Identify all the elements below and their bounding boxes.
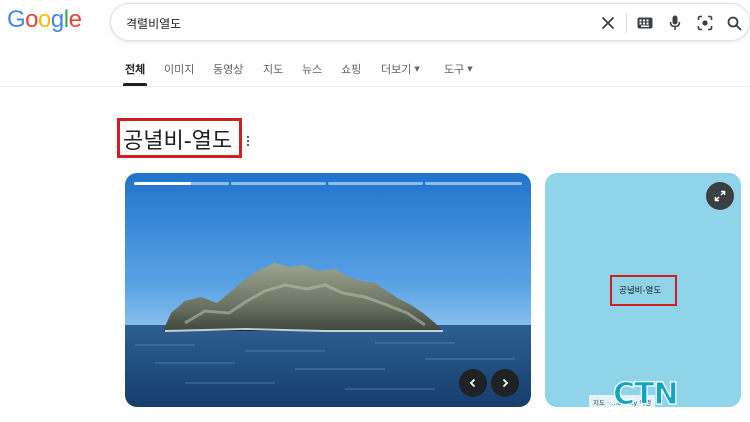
carousel-progress-bar [425, 182, 522, 185]
logo-letter: o [25, 6, 39, 33]
island-photo-carousel[interactable] [125, 173, 531, 407]
ctn-watermark-logo: CTN [612, 377, 679, 412]
carousel-progress-bar [328, 182, 423, 185]
tab-videos[interactable]: 동영상 [213, 61, 243, 77]
logo-letter: G [7, 6, 26, 33]
google-logo[interactable]: Google [7, 6, 82, 34]
search-divider [626, 13, 627, 33]
header-divider [0, 86, 750, 87]
tab-label: 이미지 [164, 63, 195, 76]
search-icon[interactable] [723, 12, 745, 34]
tab-more[interactable]: 더보기 ▼ [381, 61, 420, 77]
map-place-label: 공녈비-열도 [619, 286, 662, 296]
search-input[interactable] [126, 14, 576, 32]
logo-letter: e [68, 6, 82, 33]
keyboard-icon[interactable] [634, 12, 656, 34]
tab-label: 동영상 [213, 63, 244, 76]
logo-letter: o [38, 6, 51, 33]
expand-map-icon[interactable] [706, 182, 734, 210]
tab-maps[interactable]: 지도 [263, 61, 283, 77]
entity-title: 공녈비-열도 [123, 129, 233, 154]
tab-shopping[interactable]: 쇼핑 [341, 61, 361, 77]
tab-label: 전체 [125, 63, 146, 76]
search-box [110, 3, 750, 41]
carousel-progress-fill [134, 182, 191, 185]
caret-down-icon: ▼ [414, 65, 420, 73]
tab-label: 지도 [263, 63, 284, 76]
tab-images[interactable]: 이미지 [164, 61, 194, 77]
logo-letter: g [50, 6, 64, 33]
carousel-prev-button[interactable] [459, 369, 487, 397]
map-preview[interactable]: 공녈비-열도 지도 · ...obility 약관 [545, 173, 741, 407]
mic-icon[interactable] [664, 12, 686, 34]
more-options-icon[interactable] [246, 132, 250, 147]
tab-label: 뉴스 [302, 63, 323, 76]
tab-label: 더보기 [381, 63, 412, 76]
carousel-next-button[interactable] [491, 369, 519, 397]
carousel-progress-bar [134, 182, 229, 185]
close-icon[interactable] [597, 12, 619, 34]
tab-tools[interactable]: 도구 ▼ [444, 61, 473, 77]
carousel-progress-bar [231, 182, 326, 185]
tab-news[interactable]: 뉴스 [302, 61, 322, 77]
lens-icon[interactable] [694, 12, 716, 34]
tab-label: 쇼핑 [341, 63, 362, 76]
tab-all[interactable]: 전체 [125, 61, 145, 77]
caret-down-icon: ▼ [467, 65, 473, 73]
tab-label: 도구 [444, 63, 465, 76]
